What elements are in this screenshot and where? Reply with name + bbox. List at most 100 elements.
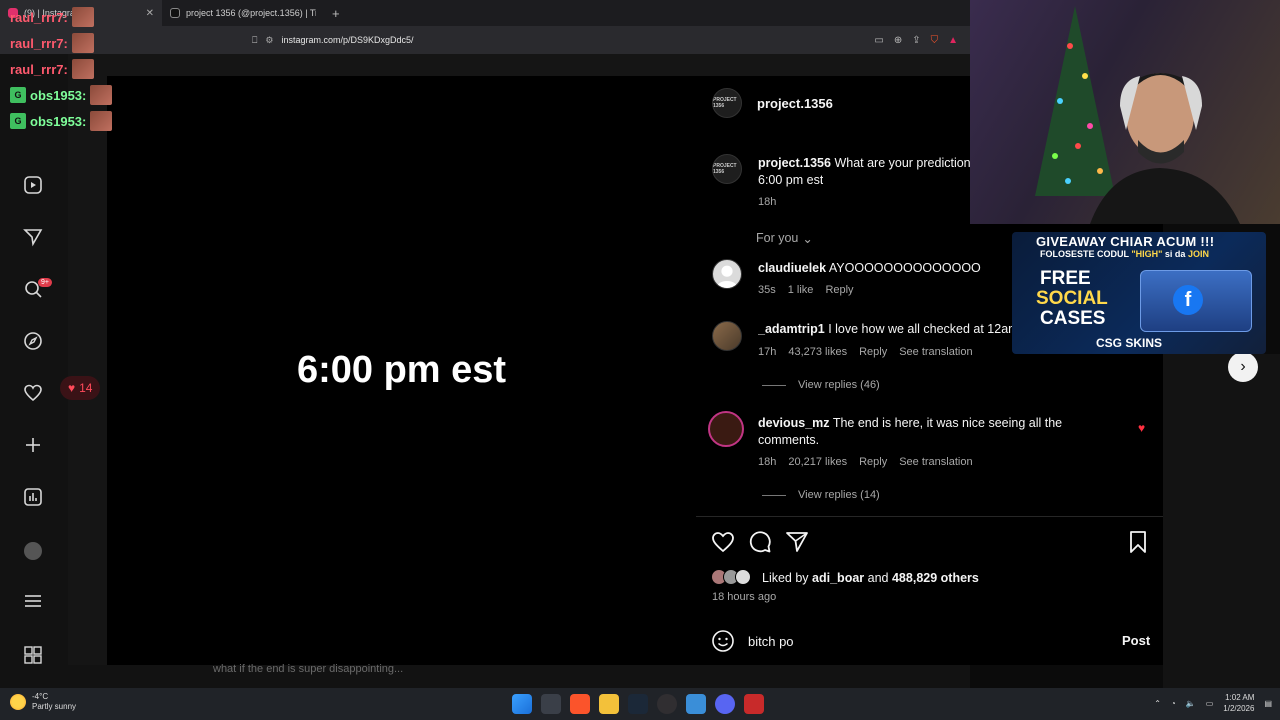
caption-avatar[interactable]: PROJECT 1356 (712, 154, 742, 184)
liked-by-others[interactable]: 488,829 others (892, 571, 979, 585)
site-info-icon[interactable]: ⚙ (265, 35, 273, 46)
divider-line (762, 494, 786, 496)
reply-button[interactable]: Reply (859, 346, 887, 358)
sort-comments-dropdown[interactable]: For you ⌄ (756, 231, 813, 246)
file-explorer-icon[interactable] (599, 694, 619, 714)
comment-likes[interactable]: 20,217 likes (788, 456, 847, 468)
brave-shield-icon[interactable]: ⛉ (931, 35, 939, 46)
view-replies-label: View replies (46) (798, 379, 880, 391)
brave-rewards-icon[interactable]: ▲ (948, 35, 958, 46)
weather-widget[interactable]: -4°C Partly sunny (10, 692, 76, 712)
create-icon[interactable] (22, 434, 44, 456)
notepad-icon[interactable] (686, 694, 706, 714)
ad-social: SOCIAL (1036, 288, 1108, 309)
search-icon[interactable] (22, 278, 44, 300)
author-username[interactable]: project.1356 (757, 96, 833, 111)
volume-icon[interactable]: 🔈 (1186, 699, 1196, 708)
ad-join: JOIN (1187, 249, 1209, 259)
comment-username[interactable]: claudiuelek (758, 261, 826, 275)
clock[interactable]: 1:02 AM 1/2/2026 (1223, 692, 1254, 714)
explore-icon[interactable] (22, 330, 44, 352)
chat-line: G obs1953: (10, 108, 150, 134)
comment-avatar[interactable] (712, 259, 742, 289)
liked-by-user[interactable]: adi_boar (812, 571, 864, 585)
liked-by-and: and (867, 571, 889, 585)
background-comment-text: what if the end is super disappointing..… (213, 663, 404, 675)
reply-button[interactable]: Reply (859, 456, 887, 468)
view-replies-button[interactable]: View replies (46) (762, 379, 880, 391)
like-icon[interactable] (710, 529, 736, 555)
liked-by-prefix: Liked by (762, 571, 809, 585)
new-tab-button[interactable]: + (332, 6, 340, 21)
comment-meta-3: 18h 20,217 likes Reply See translation (758, 456, 973, 468)
comment-likes[interactable]: 43,273 likes (788, 346, 847, 358)
url-box[interactable]: ⎕ ⚙ instagram.com/p/DS9KDxgDdc5/ ▭ ⊕ ⇪ ⛉… (252, 30, 962, 50)
comment-body: I love how we all checked at 12am (828, 322, 1012, 336)
battery-icon[interactable]: ▭ (1206, 699, 1214, 708)
comment-username[interactable]: _adamtrip1 (758, 322, 825, 336)
likes-count: 14 (79, 381, 93, 395)
bookmark-icon[interactable] (1125, 529, 1151, 555)
task-view-icon[interactable] (541, 694, 561, 714)
insights-icon[interactable] (22, 486, 44, 508)
heart-icon[interactable] (22, 382, 44, 404)
emoji-icon[interactable] (710, 628, 736, 654)
chevron-up-icon[interactable]: ⌃ (1154, 699, 1161, 708)
network-icon[interactable]: ◔ (1171, 699, 1176, 708)
comment-text-3: devious_mz The end is here, it was nice … (758, 416, 1088, 430)
comment-avatar[interactable] (708, 411, 744, 447)
notifications-icon[interactable]: ▤ (1264, 699, 1272, 708)
likes-notification-pill[interactable]: ♥ 14 (60, 376, 101, 400)
system-tray: ⌃ ◔ 🔈 ▭ 1:02 AM 1/2/2026 ▤ (1154, 692, 1272, 714)
profile-avatar-icon[interactable] (22, 540, 44, 562)
ad-subline: FOLOSESTE CODUL "HIGH" si da JOIN (1040, 249, 1209, 259)
chat-line: raul_rrr7: (10, 4, 150, 30)
divider-line (762, 384, 786, 386)
cast-icon[interactable]: ▭ (874, 35, 883, 46)
liked-heart-icon[interactable]: ♥ (1138, 421, 1145, 435)
view-replies-button[interactable]: View replies (14) (762, 489, 880, 501)
ad-code: "HIGH" (1131, 249, 1163, 259)
brave-browser-icon[interactable] (570, 694, 590, 714)
view-replies-label: View replies (14) (798, 489, 880, 501)
url-text[interactable]: instagram.com/p/DS9KDxgDdc5/ (281, 35, 413, 45)
messages-icon[interactable] (22, 226, 44, 248)
comment-meta-1: 35s 1 like Reply (758, 284, 854, 296)
comment-text-1: claudiuelek AYOOOOOOOOOOOOOO (758, 261, 1018, 275)
menu-icon[interactable] (22, 590, 44, 612)
share-icon[interactable] (784, 529, 810, 555)
caption-username[interactable]: project.1356 (758, 156, 831, 170)
stream-chat-overlay: raul_rrr7: raul_rrr7: raul_rrr7: G obs19… (10, 4, 150, 134)
comment-input[interactable]: bitch po (748, 634, 794, 649)
chat-badge-icon: G (10, 113, 26, 129)
comment-body: The end is here, it was nice seeing all … (832, 416, 1063, 430)
next-post-button[interactable]: › (1228, 352, 1258, 382)
comment-likes[interactable]: 1 like (788, 284, 814, 296)
comment-avatar[interactable] (712, 321, 742, 351)
bookmark-icon[interactable]: ⎕ (252, 35, 257, 46)
reels-icon[interactable] (22, 174, 44, 196)
zoom-icon[interactable]: ⊕ (894, 35, 902, 46)
caption-avatar-text: PROJECT 1356 (713, 163, 737, 175)
post-button[interactable]: Post (1122, 633, 1150, 648)
post-video[interactable]: 6:00 pm est (107, 76, 696, 665)
apps-icon[interactable] (22, 644, 44, 666)
windows-start-icon[interactable] (512, 694, 532, 714)
liked-by-avatars[interactable] (711, 569, 759, 585)
chat-line: raul_rrr7: (10, 30, 150, 56)
see-translation-button[interactable]: See translation (899, 346, 972, 358)
see-translation-button[interactable]: See translation (899, 456, 972, 468)
tab-tiktok[interactable]: project 1356 (@project.1356) | TikTok (162, 0, 324, 26)
author-avatar[interactable]: PROJECT 1356 (712, 88, 742, 118)
shield-app-icon[interactable] (744, 694, 764, 714)
steam-icon[interactable] (628, 694, 648, 714)
sun-icon (10, 694, 26, 710)
obs-icon[interactable] (657, 694, 677, 714)
discord-icon[interactable] (715, 694, 735, 714)
comment-body: AYOOOOOOOOOOOOOO (828, 261, 981, 275)
reply-button[interactable]: Reply (825, 284, 853, 296)
share-icon[interactable]: ⇪ (912, 35, 920, 46)
comment-username[interactable]: devious_mz (758, 416, 830, 430)
giveaway-ad-banner[interactable]: GIVEAWAY CHIAR ACUM !!! FOLOSESTE CODUL … (1012, 232, 1266, 354)
comment-icon[interactable] (747, 529, 773, 555)
